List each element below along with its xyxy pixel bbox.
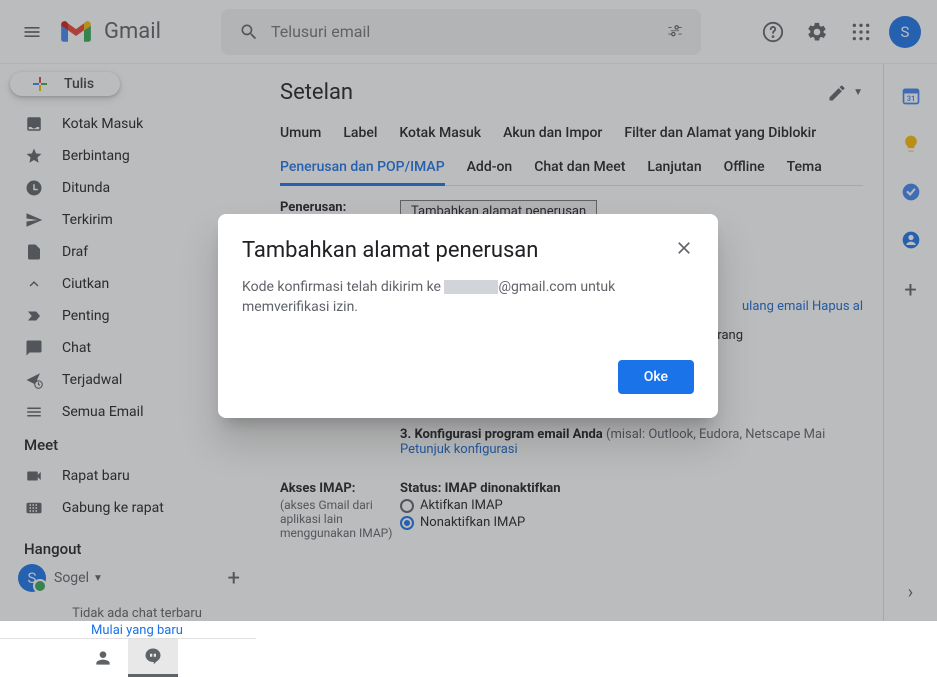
person-icon (93, 648, 113, 668)
dialog-ok-button[interactable]: Oke (618, 360, 694, 394)
dialog-title: Tambahkan alamat penerusan (242, 238, 538, 263)
dialog-message: Kode konfirmasi telah dikirim ke @gmail.… (242, 277, 694, 318)
add-forwarding-dialog: Tambahkan alamat penerusan Kode konfirma… (218, 214, 718, 418)
dialog-close-button[interactable] (674, 238, 694, 263)
contacts-tab[interactable] (78, 639, 128, 677)
close-icon (674, 238, 694, 258)
hangouts-icon (144, 647, 162, 665)
redacted-email (444, 280, 498, 294)
hangouts-tab[interactable] (128, 639, 178, 677)
start-new-chat-link[interactable]: Mulai yang baru (38, 623, 236, 638)
